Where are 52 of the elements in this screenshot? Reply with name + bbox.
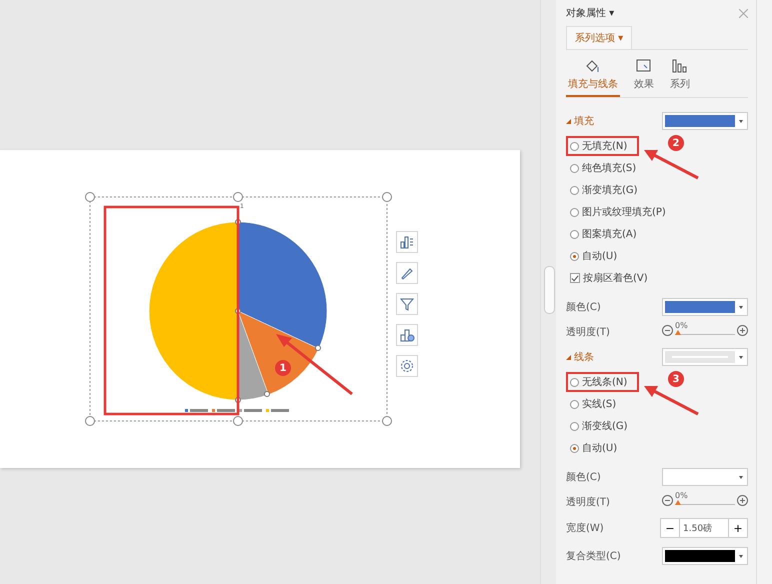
filter-button[interactable] [396,293,418,315]
field-label: 透明度(T) [566,326,610,339]
radio-option[interactable]: 渐变线(G) [570,419,628,433]
radio-option[interactable]: 无线条(N) [570,375,628,389]
radio-option[interactable]: 纯色填充(S) [570,161,636,175]
radio-option[interactable]: 渐变填充(G) [570,183,638,197]
radio-option[interactable]: 无填充(N) [570,139,628,153]
bar-chart-icon [671,58,689,74]
color-dropdown[interactable] [662,468,748,486]
compound-type-dropdown[interactable] [662,547,748,565]
bar-chart-icon [399,234,415,250]
chart-icon [399,327,415,343]
decrease-icon[interactable] [662,325,673,339]
property-tab[interactable]: 系列 [668,56,692,97]
radio-option[interactable]: 实线(S) [570,397,616,411]
slider-value: 0% [675,320,688,330]
settings-icon [399,358,415,374]
field-label: 颜色(C) [566,300,601,314]
property-tab[interactable]: 填充与线条 [566,56,620,97]
color-dropdown[interactable] [662,112,748,130]
radio-option[interactable]: 自动(U) [570,441,618,455]
section-title[interactable]: 填充 [566,114,594,128]
step-badge: 2 [668,135,684,151]
radio-option[interactable]: 图片或纹理填充(P) [570,205,666,219]
radio-option[interactable]: 图案填充(A) [570,227,637,241]
field-label: 宽度(W) [566,522,604,535]
checkbox-option[interactable]: 按扇区着色(V) [570,271,648,285]
slider-value: 0% [675,490,688,500]
increase-icon[interactable] [737,325,748,339]
increase-icon[interactable] [737,495,748,509]
settings-button[interactable] [396,355,418,377]
panel-title[interactable]: 对象属性 ▾ [566,6,614,20]
decrease-icon[interactable] [662,495,673,509]
slider-thumb[interactable] [675,330,681,334]
series-options-tab[interactable]: 系列选项 ▾ [566,26,632,49]
chart-type-button[interactable] [396,324,418,346]
radio-option[interactable]: 自动(U) [570,249,618,263]
brush-button[interactable] [396,262,418,284]
section-title[interactable]: 线条 [566,350,594,364]
scrollbar-thumb[interactable] [544,266,555,314]
step-badge: 3 [668,371,684,387]
field-label: 复合类型(C) [566,550,621,563]
effect-icon [635,58,653,74]
chart-elements-button[interactable] [396,231,418,253]
color-dropdown[interactable] [662,348,748,366]
field-label: 透明度(T) [566,496,610,509]
check-icon [571,274,579,282]
slider-thumb[interactable] [675,500,681,504]
property-tab[interactable]: 效果 [632,56,656,97]
color-dropdown[interactable] [662,298,748,316]
filter-icon [399,296,415,312]
field-label: 颜色(C) [566,470,601,484]
